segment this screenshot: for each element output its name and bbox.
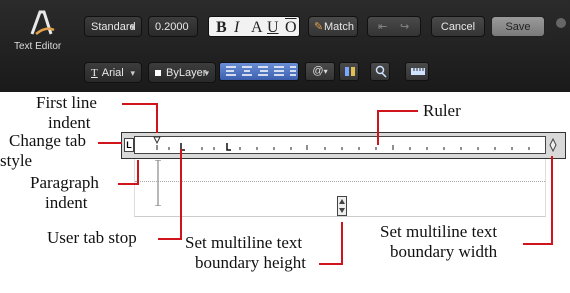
height-handle-icon[interactable] [337,196,347,216]
callout-boundary-height: Set multiline text boundary height [185,233,306,272]
callout-line [98,142,122,144]
ruler[interactable] [134,136,546,154]
app-label: Text Editor [14,41,62,52]
callout-first-line-indent: First line indent [36,93,97,132]
tab-style-L-icon[interactable]: L [124,138,134,152]
chevron-down-icon: ▾ [130,22,135,32]
width-handle-icon[interactable] [548,137,558,153]
callout-ruler: Ruler [423,101,461,120]
chevron-down-icon: ▾ [204,68,209,78]
chevron-down-icon: ▾ [323,67,328,76]
callout-line [156,103,158,133]
callout-line [319,263,343,265]
bold-button[interactable]: B [216,17,227,38]
style-select[interactable]: Standard ▾ [84,16,142,37]
save-button[interactable]: Save [491,16,545,37]
callout-line [122,103,158,105]
all-caps-button[interactable]: A [251,17,263,38]
find-replace-icon[interactable] [370,62,390,81]
font-icon: T [91,67,98,79]
text-editor-a-icon[interactable] [24,8,60,38]
justify-buttons[interactable] [219,62,299,81]
callout-line [118,183,139,185]
italic-button[interactable]: I [234,17,239,38]
overline-button[interactable]: O [285,17,297,38]
text-editor-toolbar: Text Editor Standard ▾ 0.2000 B I A U O ✎… [0,0,570,92]
callout-line [378,110,418,112]
tab-stop-marker[interactable] [226,143,231,151]
cancel-button[interactable]: Cancel [431,16,485,37]
underline-button[interactable]: U [267,17,279,38]
callout-user-tab-stop: User tab stop [47,228,137,247]
color-select[interactable]: ByLayer ▾ [148,62,216,83]
text-cursor [154,159,162,207]
color-swatch-icon [155,70,161,77]
callout-line [137,160,139,185]
callout-boundary-width: Set multiline text boundary width [380,222,498,261]
match-button[interactable]: ✎ Match [308,16,358,37]
callout-change-tab-style: Change tab style [0,131,86,170]
insert-symbol-button[interactable]: @▾ [305,62,335,81]
font-select[interactable]: T Arial ▾ [84,62,142,83]
undo-arrow-icon[interactable]: ⇤ [378,17,387,38]
undo-redo-group: ⇤ ↪ [367,16,421,37]
ruler-toggle-icon[interactable] [405,62,429,81]
callout-line [158,238,182,240]
format-buttons: B I A U O [208,16,300,37]
paintbrush-icon: ✎ [314,21,324,33]
callout-line [551,156,553,245]
close-icon[interactable] [556,18,566,28]
redo-arrow-icon[interactable]: ↪ [400,17,409,38]
callout-line [377,110,379,145]
first-line-indent-marker[interactable] [153,133,161,145]
editor-dotted-line [135,181,545,182]
callout-line [180,149,182,240]
chevron-down-icon: ▾ [130,68,135,78]
callout-line [341,222,343,265]
callout-paragraph-indent: Paragraph indent [30,173,99,212]
callout-line [523,243,553,245]
columns-icon[interactable] [339,62,359,81]
text-height-input[interactable]: 0.2000 [148,16,198,37]
